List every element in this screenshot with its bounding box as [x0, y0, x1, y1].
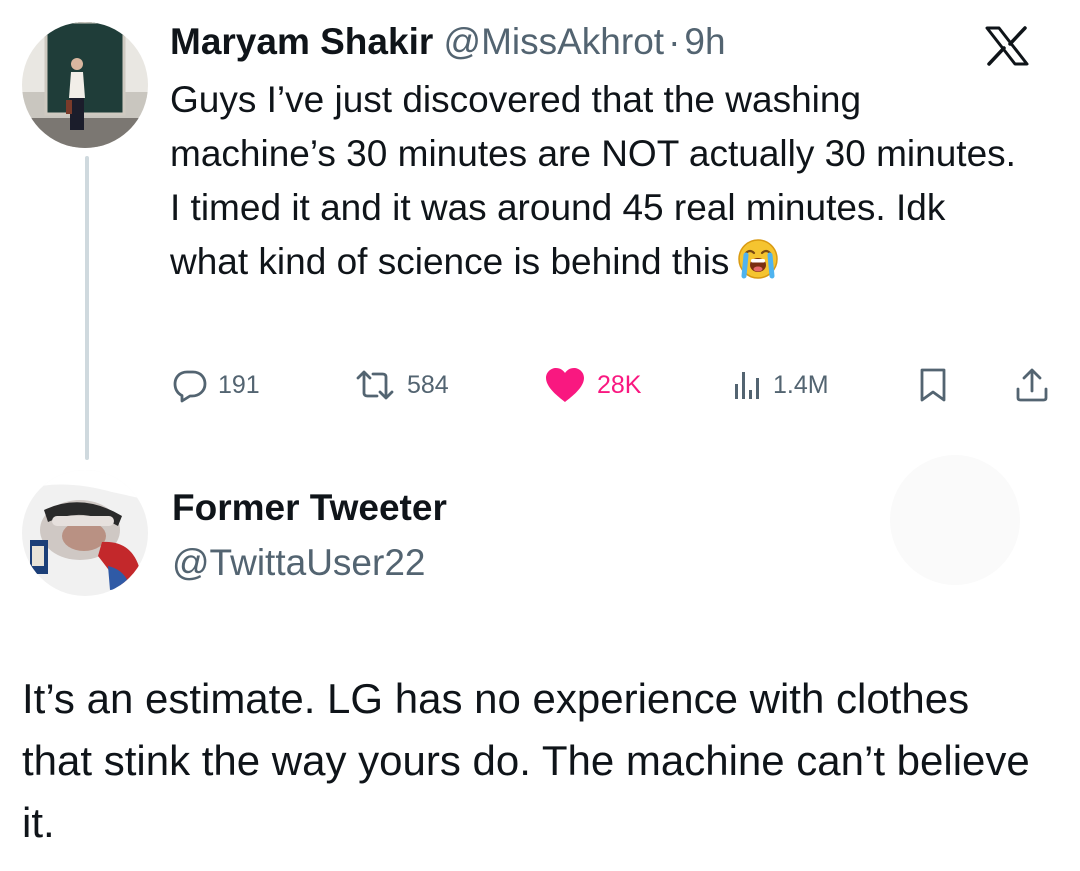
tweet-time[interactable]: 9h [684, 21, 725, 62]
reply-text: It’s an estimate. LG has no experience w… [22, 675, 1030, 846]
share-icon [1016, 368, 1048, 402]
bookmark-button[interactable] [918, 362, 948, 408]
like-count: 28K [597, 370, 642, 399]
reply-avatar[interactable] [22, 470, 148, 596]
tweet-header: Maryam Shakir @MissAkhrot · 9h [170, 19, 726, 65]
tweet-text-body: Guys I’ve just discovered that the washi… [170, 79, 1016, 282]
heart-icon [546, 368, 584, 402]
tweet-text: Guys I’ve just discovered that the washi… [170, 73, 1020, 289]
separator-dot: · [668, 21, 681, 62]
retweet-button[interactable]: 584 [353, 362, 449, 408]
thread-line [85, 156, 89, 460]
views-count: 1.4M [773, 370, 829, 399]
retweet-count: 584 [407, 370, 449, 399]
like-button[interactable]: 28K [543, 362, 641, 408]
avatar[interactable] [22, 22, 148, 148]
author-name[interactable]: Maryam Shakir [170, 21, 433, 62]
bookmark-icon [920, 368, 946, 402]
views-button[interactable]: 1.4M [733, 362, 829, 408]
retweet-icon [356, 370, 394, 400]
reply-author-name[interactable]: Former Tweeter [172, 485, 447, 531]
reply-button[interactable]: 191 [172, 362, 260, 408]
share-button[interactable] [1015, 362, 1049, 408]
reply-count: 191 [218, 370, 260, 399]
faint-watermark [890, 455, 1020, 585]
reply-author-handle[interactable]: @TwittaUser22 [172, 540, 425, 586]
loudly-crying-face-emoji-icon [737, 238, 779, 280]
comment-bubble-icon [173, 370, 207, 403]
x-logo-icon[interactable] [985, 26, 1029, 66]
bar-chart-icon [735, 372, 759, 399]
author-handle[interactable]: @MissAkhrot [444, 21, 665, 62]
